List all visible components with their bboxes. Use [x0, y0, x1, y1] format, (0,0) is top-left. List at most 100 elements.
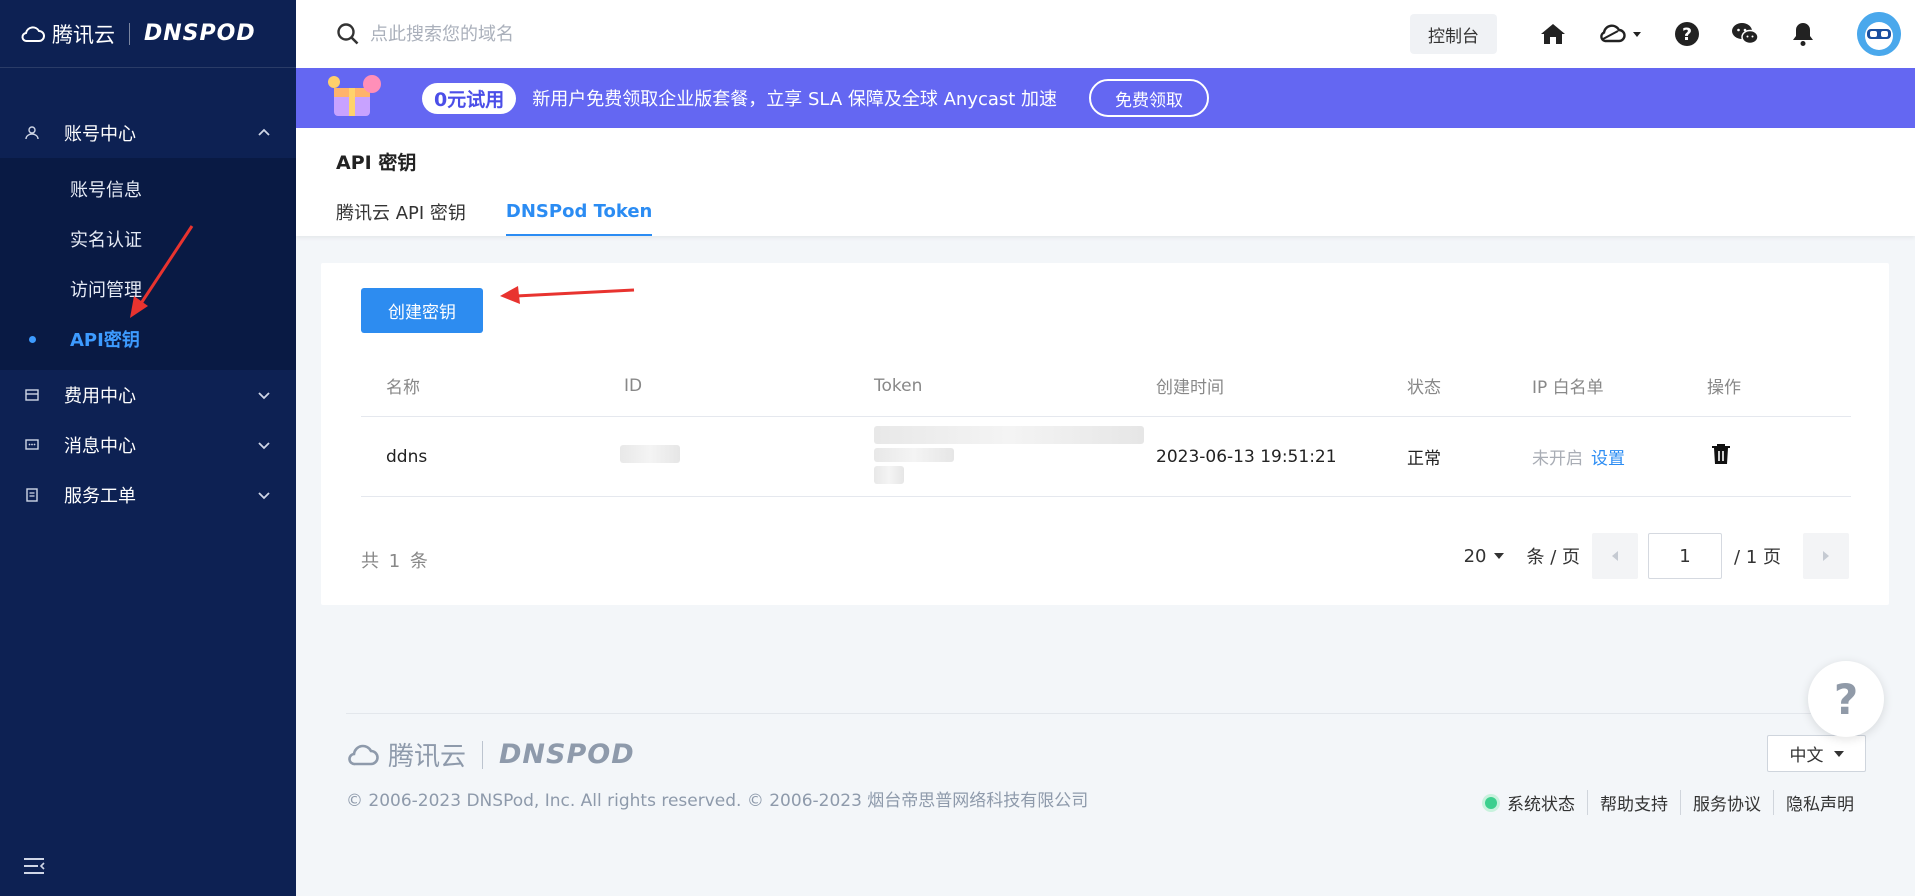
token-card: 创建密钥 名称 ID Token 创建时间 状态 IP 白名单 操作 ddns … — [321, 263, 1889, 605]
help-icon[interactable]: ? — [1673, 20, 1701, 48]
footer-logo: 腾讯云 DNSPOD — [346, 736, 635, 773]
key-tabs: 腾讯云 API 密钥 DNSPod Token — [336, 188, 692, 236]
sidebar-item-real-name[interactable]: 实名认证 — [0, 214, 296, 264]
wechat-icon[interactable] — [1731, 20, 1759, 48]
logo[interactable]: 腾讯云 DNSPOD — [0, 0, 296, 68]
gift-illustration-icon — [328, 75, 381, 116]
promo-banner[interactable]: 0元试用 新用户免费领取企业版套餐，立享 SLA 保障及全球 Anycast 加… — [296, 68, 1915, 128]
pagination: 20 条 / 页 / 1 页 — [1464, 533, 1849, 579]
status-indicator-icon — [1485, 796, 1497, 809]
chevron-down-icon — [256, 487, 272, 503]
sidebar-group-label: 账号中心 — [64, 124, 136, 145]
search-icon[interactable] — [336, 22, 360, 46]
ip-whitelist-status: 未开启 — [1532, 449, 1583, 469]
console-label: 控制台 — [1428, 26, 1479, 47]
page-size-unit: 条 / 页 — [1526, 547, 1581, 568]
caret-down-icon — [1833, 750, 1844, 757]
page-header: API 密钥 腾讯云 API 密钥 DNSPod Token — [296, 128, 1915, 236]
tab-label: DNSPod Token — [505, 200, 653, 222]
brand-cn: 腾讯云 — [52, 22, 115, 47]
svg-text:?: ? — [1682, 25, 1692, 45]
table-row: ddns 2023-06-13 19:51:21 正常 未开启 设置 — [361, 417, 1851, 497]
column-header: 操作 — [1707, 378, 1741, 398]
page-title: API 密钥 — [336, 152, 417, 174]
footer-divider — [346, 713, 1866, 714]
copyright-text: © 2006-2023 DNSPod, Inc. All rights rese… — [346, 791, 1089, 811]
sidebar-item-account-info[interactable]: 账号信息 — [0, 164, 296, 214]
footer-link-system-status[interactable]: 系统状态 — [1473, 790, 1587, 815]
footer-link-label: 系统状态 — [1507, 795, 1575, 815]
sidebar-item-access-management[interactable]: 访问管理 — [0, 264, 296, 314]
chevron-down-icon — [256, 437, 272, 453]
sidebar-item-api-keys[interactable]: API密钥 — [0, 314, 296, 364]
page-number-input[interactable] — [1648, 533, 1723, 579]
collapse-sidebar-icon[interactable] — [22, 856, 46, 876]
sidebar-item-label: 账号信息 — [70, 180, 142, 201]
footer-link-terms[interactable]: 服务协议 — [1680, 790, 1773, 815]
cloud-logo-icon — [21, 25, 45, 42]
footer-link-help[interactable]: 帮助支持 — [1587, 790, 1680, 815]
tab-tencent-cloud-api-key[interactable]: 腾讯云 API 密钥 — [336, 188, 466, 236]
sidebar-group-tickets[interactable]: 服务工单 — [0, 470, 296, 520]
footer-links: 系统状态 帮助支持 服务协议 隐私声明 — [1473, 790, 1866, 815]
token-name: ddns — [386, 446, 428, 467]
prev-page-button[interactable] — [1592, 533, 1639, 579]
ip-whitelist-cell: 未开启 设置 — [1532, 444, 1707, 469]
domain-search — [336, 22, 1410, 46]
chevron-down-icon — [256, 387, 272, 403]
column-header: 创建时间 — [1156, 378, 1224, 398]
create-key-button[interactable]: 创建密钥 — [361, 288, 483, 333]
sidebar-nav: 账号中心 账号信息 实名认证 访问管理 API密钥 费用中心 消息中心 服务工单 — [0, 108, 296, 520]
sidebar-group-label: 服务工单 — [64, 486, 136, 507]
search-input[interactable] — [370, 23, 770, 45]
language-value: 中文 — [1789, 746, 1824, 766]
sidebar-item-label: 实名认证 — [70, 230, 142, 251]
caret-left-icon — [1612, 551, 1619, 561]
console-button[interactable]: 控制台 — [1410, 14, 1497, 54]
caret-down-icon — [1493, 553, 1504, 559]
free-trial-badge: 0元试用 — [422, 82, 517, 114]
brand-dnspod: DNSPOD — [144, 21, 256, 46]
column-header: IP 白名单 — [1532, 378, 1604, 398]
active-dot — [29, 336, 36, 343]
message-icon — [24, 437, 40, 453]
trash-icon[interactable] — [1711, 443, 1731, 465]
home-icon[interactable] — [1539, 20, 1567, 48]
language-select[interactable]: 中文 — [1767, 735, 1866, 772]
created-time: 2023-06-13 19:51:21 — [1156, 446, 1337, 467]
total-pages: / 1 页 — [1734, 547, 1781, 568]
bell-icon[interactable] — [1789, 20, 1817, 48]
page-size-select[interactable]: 20 — [1464, 546, 1505, 567]
ticket-icon — [24, 487, 40, 503]
ip-whitelist-settings-link[interactable]: 设置 — [1591, 449, 1625, 469]
sidebar-group-billing[interactable]: 费用中心 — [0, 370, 296, 420]
footer-link-privacy[interactable]: 隐私声明 — [1773, 790, 1866, 815]
column-header: ID — [624, 375, 643, 396]
logo-divider — [129, 22, 130, 45]
avatar[interactable] — [1857, 12, 1901, 56]
caret-right-icon — [1823, 551, 1829, 561]
sidebar-group-label: 费用中心 — [64, 386, 136, 407]
cloud-menu-icon[interactable] — [1597, 20, 1643, 48]
banner-text: 新用户免费领取企业版套餐，立享 SLA 保障及全球 Anycast 加速 — [532, 89, 1058, 110]
status-badge: 正常 — [1407, 449, 1441, 469]
footer-brand-dnspod: DNSPOD — [499, 739, 635, 770]
chevron-up-icon — [256, 125, 272, 141]
next-page-button[interactable] — [1803, 533, 1849, 579]
column-header: Token — [874, 375, 923, 396]
help-float-button[interactable]: ? — [1808, 661, 1884, 737]
token-id-redacted — [620, 445, 874, 468]
column-header: 状态 — [1407, 378, 1441, 398]
footer-logo-divider — [482, 740, 484, 769]
tab-label: 腾讯云 API 密钥 — [336, 203, 466, 224]
tab-dnspod-token[interactable]: DNSPod Token — [505, 188, 653, 236]
token-value-redacted — [874, 425, 1156, 488]
tencent-cloud-logo: 腾讯云 — [20, 19, 115, 49]
claim-free-button[interactable]: 免费领取 — [1089, 79, 1210, 117]
sidebar-group-messages[interactable]: 消息中心 — [0, 420, 296, 470]
sidebar-group-account[interactable]: 账号中心 — [0, 108, 296, 158]
sidebar-item-label: 访问管理 — [70, 280, 142, 301]
top-header: 控制台 ? — [296, 0, 1915, 68]
total-count: 共 1 条 — [361, 551, 430, 572]
footer-brand-cn: 腾讯云 — [388, 742, 467, 772]
